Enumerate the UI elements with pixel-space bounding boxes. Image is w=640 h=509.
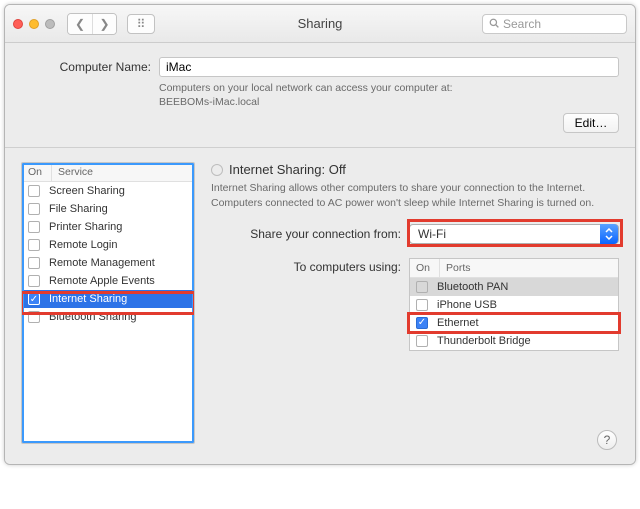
grid-icon: ⠿ bbox=[137, 17, 146, 31]
service-row[interactable]: Remote Login bbox=[22, 236, 194, 254]
service-label: File Sharing bbox=[49, 203, 108, 215]
computer-name-field[interactable] bbox=[159, 57, 619, 77]
service-label: Remote Management bbox=[49, 257, 155, 269]
ports-header: On Ports bbox=[410, 259, 618, 278]
chevron-up-down-icon bbox=[600, 224, 618, 244]
show-all-button[interactable]: ⠿ bbox=[127, 14, 155, 34]
search-icon bbox=[489, 17, 499, 31]
computer-name-row: Computer Name: bbox=[21, 57, 619, 77]
computer-name-label: Computer Name: bbox=[21, 60, 151, 74]
detail-pane: Internet Sharing: Off Internet Sharing a… bbox=[211, 162, 619, 444]
service-row[interactable]: Printer Sharing bbox=[22, 218, 194, 236]
service-row[interactable]: Remote Management bbox=[22, 254, 194, 272]
help-button[interactable]: ? bbox=[597, 430, 617, 450]
port-label: iPhone USB bbox=[437, 299, 497, 311]
port-checkbox[interactable] bbox=[416, 299, 428, 311]
service-row[interactable]: Bluetooth Sharing bbox=[22, 308, 194, 326]
port-label: Bluetooth PAN bbox=[437, 281, 508, 293]
service-checkbox[interactable] bbox=[28, 203, 40, 215]
preferences-window: ❮ ❯ ⠿ Sharing Search Computer Name: Comp… bbox=[4, 4, 636, 465]
ports-header-ports: Ports bbox=[440, 259, 618, 277]
service-checkbox[interactable] bbox=[28, 239, 40, 251]
service-row[interactable]: Screen Sharing bbox=[22, 182, 194, 200]
zoom-icon bbox=[45, 19, 55, 29]
services-header-on: On bbox=[22, 163, 52, 181]
service-row[interactable]: Remote Apple Events bbox=[22, 272, 194, 290]
share-from-value: Wi-Fi bbox=[418, 227, 446, 241]
to-label: To computers using: bbox=[211, 258, 401, 351]
service-row[interactable]: File Sharing bbox=[22, 200, 194, 218]
service-label: Internet Sharing bbox=[49, 293, 127, 305]
service-checkbox[interactable] bbox=[28, 311, 40, 323]
ports-list[interactable]: On Ports Bluetooth PAN iPhone USB ✓ Etherne… bbox=[409, 258, 619, 351]
window-controls bbox=[13, 19, 55, 29]
service-checkbox[interactable] bbox=[28, 185, 40, 197]
minimize-icon[interactable] bbox=[29, 19, 39, 29]
port-checkbox[interactable]: ✓ bbox=[416, 317, 428, 329]
service-label: Screen Sharing bbox=[49, 185, 125, 197]
service-label: Printer Sharing bbox=[49, 221, 122, 233]
share-from-label: Share your connection from: bbox=[211, 227, 401, 241]
hint-line-2: BEEBOMs-iMac.local bbox=[159, 96, 259, 108]
port-row[interactable]: iPhone USB bbox=[410, 296, 618, 314]
main-row: On Service Screen Sharing File Sharing Pri… bbox=[21, 162, 619, 444]
service-checkbox[interactable]: ✓ bbox=[28, 293, 40, 305]
port-row[interactable]: Bluetooth PAN bbox=[410, 278, 618, 296]
nav-back-forward: ❮ ❯ bbox=[67, 13, 117, 35]
ports-header-on: On bbox=[410, 259, 440, 277]
close-icon[interactable] bbox=[13, 19, 23, 29]
search-placeholder: Search bbox=[503, 17, 541, 31]
ports-row: To computers using: On Ports Bluetooth P… bbox=[211, 258, 619, 351]
services-header: On Service bbox=[22, 163, 194, 182]
service-label: Remote Apple Events bbox=[49, 275, 155, 287]
port-label: Thunderbolt Bridge bbox=[437, 335, 531, 347]
port-checkbox[interactable] bbox=[416, 335, 428, 347]
services-list[interactable]: On Service Screen Sharing File Sharing Pri… bbox=[21, 162, 195, 444]
port-row[interactable]: ✓ Ethernet bbox=[410, 314, 618, 332]
titlebar: ❮ ❯ ⠿ Sharing Search bbox=[5, 5, 635, 43]
services-header-service: Service bbox=[52, 163, 194, 181]
detail-title: Internet Sharing: Off bbox=[229, 162, 346, 177]
service-checkbox[interactable] bbox=[28, 221, 40, 233]
hint-line-1: Computers on your local network can acce… bbox=[159, 82, 453, 94]
edit-button[interactable]: Edit… bbox=[563, 113, 619, 133]
port-label: Ethernet bbox=[437, 317, 479, 329]
local-network-hint: Computers on your local network can acce… bbox=[159, 81, 619, 109]
status-radio bbox=[211, 164, 223, 176]
share-from-row: Share your connection from: Wi-Fi bbox=[211, 224, 619, 244]
port-checkbox[interactable] bbox=[416, 281, 428, 293]
service-label: Remote Login bbox=[49, 239, 118, 251]
search-input[interactable]: Search bbox=[482, 14, 627, 34]
content: Computer Name: Computers on your local n… bbox=[5, 43, 635, 464]
port-row[interactable]: Thunderbolt Bridge bbox=[410, 332, 618, 350]
service-checkbox[interactable] bbox=[28, 257, 40, 269]
detail-description: Internet Sharing allows other computers … bbox=[211, 181, 619, 209]
service-row[interactable]: ✓ Internet Sharing bbox=[22, 290, 194, 308]
share-from-select[interactable]: Wi-Fi bbox=[409, 224, 619, 244]
forward-button[interactable]: ❯ bbox=[92, 14, 116, 34]
back-button[interactable]: ❮ bbox=[68, 14, 92, 34]
service-label: Bluetooth Sharing bbox=[49, 311, 136, 323]
service-checkbox[interactable] bbox=[28, 275, 40, 287]
divider bbox=[5, 147, 635, 148]
